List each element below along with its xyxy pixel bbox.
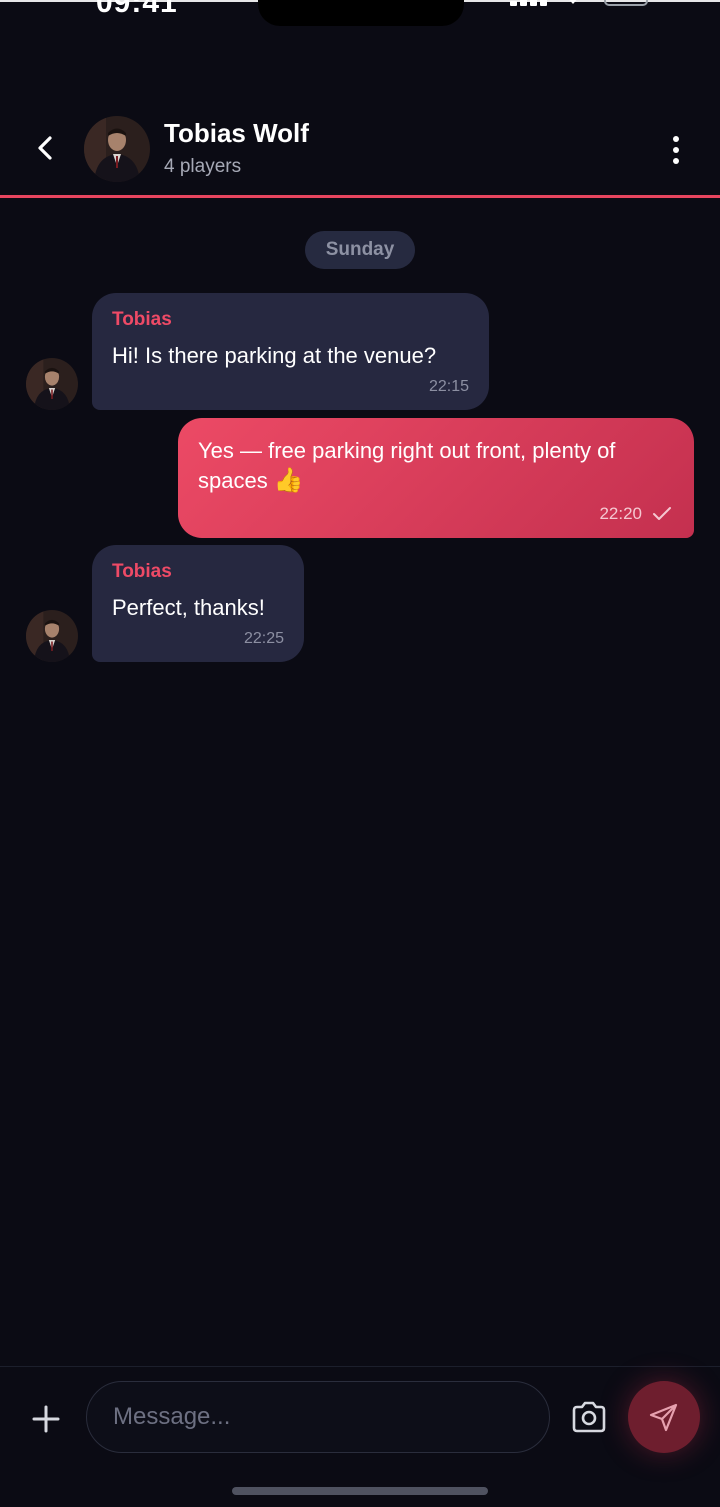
message-input[interactable]: [86, 1381, 550, 1453]
message-time: 22:25: [243, 630, 284, 647]
send-icon: [649, 1403, 678, 1432]
camera-icon[interactable]: [569, 1397, 609, 1437]
check-icon: [653, 507, 671, 520]
message-meta: 22:20: [599, 504, 672, 524]
message-time: 22:20: [599, 504, 642, 523]
more-vertical-icon: [673, 136, 679, 142]
contact-name: Tobias Wolf: [164, 118, 309, 148]
wifi-icon: [569, 0, 577, 4]
thumbs-up-emoji: 👍: [273, 467, 304, 494]
more-options-button[interactable]: [660, 130, 692, 170]
contact-avatar[interactable]: [84, 116, 150, 182]
message-bubble-incoming[interactable]: Tobias Perfect, thanks! 22:25: [92, 545, 304, 662]
signal-icon: [510, 0, 550, 6]
status-bar: 09:41: [0, 0, 720, 40]
message-sender: Tobias: [112, 309, 172, 330]
battery-icon: [604, 0, 648, 6]
sender-avatar[interactable]: [26, 358, 78, 410]
message-text: Yes — free parking right out front, plen…: [198, 438, 616, 494]
message-composer: [0, 1366, 720, 1507]
message-time: 22:15: [428, 378, 469, 395]
status-time: 09:41: [96, 0, 178, 19]
message-bubble-outgoing[interactable]: Yes — free parking right out front, plen…: [178, 418, 694, 538]
back-button[interactable]: [28, 130, 64, 166]
day-separator: Sunday: [305, 231, 415, 269]
message-text: Perfect, thanks!: [112, 595, 265, 620]
member-count: 4 players: [164, 156, 242, 177]
chat-header: Tobias Wolf 4 players: [0, 100, 720, 198]
sender-avatar[interactable]: [26, 610, 78, 662]
home-indicator: [232, 1487, 488, 1495]
message-text: Hi! Is there parking at the venue?: [112, 343, 437, 368]
message-bubble-incoming[interactable]: Tobias Hi! Is there parking at the venue…: [92, 293, 489, 410]
dynamic-island: [258, 0, 464, 26]
send-button[interactable]: [628, 1381, 700, 1453]
plus-icon[interactable]: [28, 1401, 64, 1437]
chevron-left-icon: [38, 136, 52, 160]
message-sender: Tobias: [112, 561, 172, 582]
